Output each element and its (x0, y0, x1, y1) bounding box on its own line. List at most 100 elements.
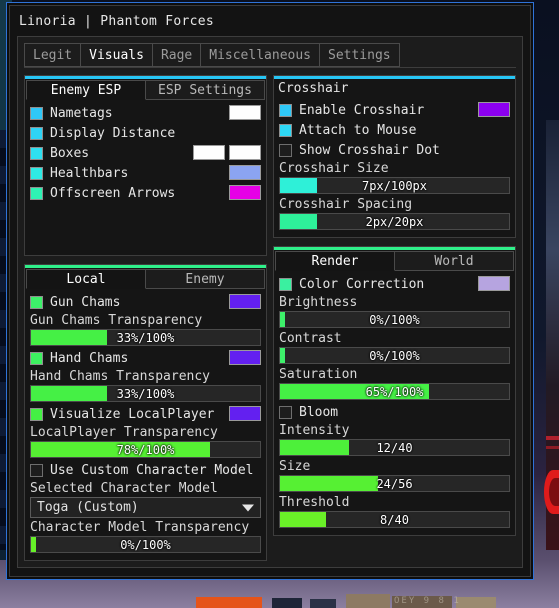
checkbox-nametags[interactable] (30, 106, 43, 120)
group-content: Enable Crosshair Attach to Mouse Show Cros… (274, 97, 515, 237)
color-swatch-1[interactable] (229, 165, 261, 180)
color-swatch-1[interactable] (229, 185, 261, 200)
toggle-row-show-crosshair-dot: Show Crosshair Dot (279, 140, 510, 160)
slider-localplayer-transparency[interactable]: 78%/100% (30, 441, 261, 458)
slider-value: 7px/100px (361, 178, 428, 193)
color-swatch-1[interactable] (229, 406, 261, 421)
tab-legit[interactable]: Legit (24, 43, 81, 67)
checkbox-display-distance[interactable] (30, 126, 43, 140)
slider-character-model-transparency[interactable]: 0%/100% (30, 536, 261, 553)
group-tab-enemy[interactable]: Enemy (146, 269, 265, 289)
window-inner: Linoria | Phantom Forces Legit Visuals Rag… (9, 5, 531, 577)
checkbox-use-custom-character-model[interactable] (30, 463, 43, 477)
toggle-label: Hand Chams (50, 350, 129, 366)
group-tab-local[interactable]: Local (26, 269, 146, 289)
checkbox-healthbars[interactable] (30, 166, 43, 180)
checkbox-enable-crosshair[interactable] (279, 103, 292, 117)
color-swatch-1[interactable] (229, 105, 261, 120)
backdrop-red-bar-1 (546, 436, 559, 440)
color-swatch-1[interactable] (478, 102, 510, 117)
slider-value: 12/40 (376, 440, 413, 455)
checkbox-show-crosshair-dot[interactable] (279, 143, 292, 157)
dropdown-value: Toga (Custom) (37, 500, 139, 515)
chevron-down-icon (242, 504, 254, 511)
toggle-row-boxes: Boxes (30, 143, 261, 163)
slider-saturation[interactable]: 65%/100% (279, 383, 510, 400)
color-swatches (229, 185, 261, 200)
tab-rage[interactable]: Rage (151, 43, 201, 67)
slider-value: 0%/100% (369, 348, 420, 363)
checkbox-visualize-localplayer[interactable] (30, 407, 43, 421)
toggle-row-use-custom-character-model: Use Custom Character Model (30, 460, 261, 480)
group-tab-esp-settings[interactable]: ESP Settings (146, 80, 265, 100)
group-tab-render[interactable]: Render (275, 251, 395, 271)
slider-hand-chams-transparency[interactable]: 33%/100% (30, 385, 261, 402)
slider-gun-chams-transparency[interactable]: 33%/100% (30, 329, 261, 346)
group-tab-label: ESP Settings (158, 82, 252, 98)
tab-visuals[interactable]: Visuals (80, 43, 152, 67)
color-swatch-1[interactable] (193, 145, 225, 160)
content-columns: Enemy ESP ESP Settings Nametags Display Dis… (18, 68, 522, 567)
slider-caption-crosshair-spacing: Crosshair Spacing (279, 197, 413, 212)
checkbox-attach-to-mouse[interactable] (279, 123, 292, 137)
checkbox-color-correction[interactable] (279, 277, 292, 291)
toggle-label: Nametags (50, 105, 113, 121)
backdrop-dim-bar-2 (310, 599, 336, 608)
group-content: Color Correction Brightness 0%/100% Contras… (274, 271, 515, 535)
backdrop-hud-text: OEY 9 8 1 (394, 596, 461, 606)
checkbox-offscreen-arrows[interactable] (30, 186, 43, 200)
tab-label: Rage (160, 47, 193, 63)
left-column: Enemy ESP ESP Settings Nametags Display Dis… (24, 75, 267, 561)
checkbox-gun-chams[interactable] (30, 295, 43, 309)
toggle-label: Gun Chams (50, 294, 121, 310)
toggle-label: Display Distance (50, 125, 176, 141)
linoria-window: Linoria | Phantom Forces Legit Visuals Rag… (6, 2, 534, 580)
slider-value: 78%/100% (116, 442, 175, 457)
group-chams: Local Enemy Gun Chams Gun Chams Transparenc… (24, 264, 267, 561)
slider-crosshair-size[interactable]: 7px/100px (279, 177, 510, 194)
tab-label: Settings (328, 47, 391, 63)
slider-caption-size: Size (279, 459, 311, 474)
toggle-row-offscreen-arrows: Offscreen Arrows (30, 183, 261, 203)
slider-threshold[interactable]: 8/40 (279, 511, 510, 528)
window-titlebar: Linoria | Phantom Forces (10, 6, 530, 36)
group-tab-bar: Render World (274, 250, 515, 271)
tab-miscellaneous[interactable]: Miscellaneous (200, 43, 319, 67)
slider-intensity[interactable]: 12/40 (279, 439, 510, 456)
group-tab-enemy-esp[interactable]: Enemy ESP (26, 80, 146, 100)
slider-value: 8/40 (380, 512, 409, 527)
slider-caption-brightness: Brightness (279, 295, 358, 310)
slider-crosshair-spacing[interactable]: 2px/20px (279, 213, 510, 230)
slider-caption-hand-chams-transparency: Hand Chams Transparency (30, 369, 211, 384)
color-swatch-1[interactable] (478, 276, 510, 291)
checkbox-boxes[interactable] (30, 146, 43, 160)
toggle-row-enable-crosshair: Enable Crosshair (279, 100, 510, 120)
checkbox-hand-chams[interactable] (30, 351, 43, 365)
color-swatch-1[interactable] (229, 294, 261, 309)
slider-value: 24/56 (376, 476, 413, 491)
tab-settings[interactable]: Settings (319, 43, 400, 67)
color-swatches (478, 102, 510, 117)
slider-size[interactable]: 24/56 (279, 475, 510, 492)
color-swatch-2[interactable] (229, 145, 261, 160)
group-tab-label: Enemy (185, 271, 225, 287)
backdrop-red-bar-2 (546, 446, 559, 449)
group-content: Gun Chams Gun Chams Transparency 33%/100% H… (25, 289, 266, 560)
slider-brightness[interactable]: 0%/100% (279, 311, 510, 328)
checkbox-bloom[interactable] (279, 405, 292, 419)
color-swatch-1[interactable] (229, 350, 261, 365)
group-enemy-esp: Enemy ESP ESP Settings Nametags Display Dis… (24, 75, 267, 256)
group-tab-bar: Local Enemy (25, 268, 266, 289)
toggle-row-visualize-localplayer: Visualize LocalPlayer (30, 404, 261, 424)
group-tab-world[interactable]: World (395, 251, 514, 271)
dropdown-selected-character-model[interactable]: Toga (Custom) (30, 497, 261, 518)
slider-contrast[interactable]: 0%/100% (279, 347, 510, 364)
toggle-row-gun-chams: Gun Chams (30, 292, 261, 312)
slider-caption-intensity: Intensity (279, 423, 350, 438)
group-tab-label: World (434, 253, 474, 269)
slider-value: 0%/100% (120, 537, 171, 552)
toggle-label: Attach to Mouse (299, 122, 417, 138)
group-tab-label: Render (311, 253, 359, 269)
color-swatches (229, 105, 261, 120)
slider-value: 33%/100% (116, 330, 175, 345)
